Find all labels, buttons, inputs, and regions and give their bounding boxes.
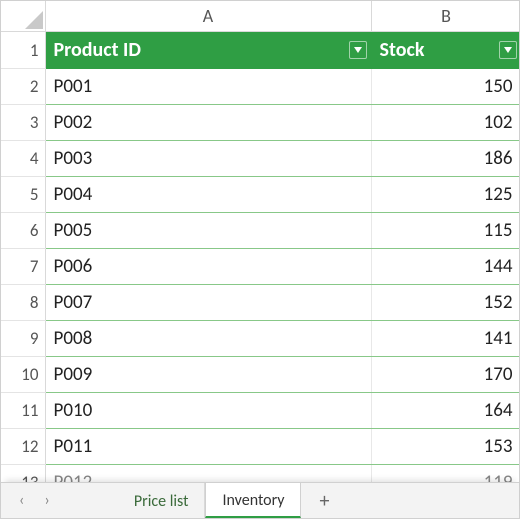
table-row: 2 P001 150 xyxy=(1,69,519,105)
table-row: 10 P009 170 xyxy=(1,357,519,393)
tab-nav-prev[interactable]: ‹ xyxy=(19,491,24,510)
row-header-1[interactable]: 1 xyxy=(1,32,45,69)
table-row: 12 P011 153 xyxy=(1,429,519,465)
row-header-8[interactable]: 8 xyxy=(1,285,45,321)
cell-A11[interactable]: P010 xyxy=(45,393,371,429)
cell-A7[interactable]: P006 xyxy=(45,249,371,285)
cell-A2[interactable]: P001 xyxy=(45,69,371,105)
table-row: 3 P002 102 xyxy=(1,105,519,141)
cell-A4[interactable]: P003 xyxy=(45,141,371,177)
select-all-corner[interactable] xyxy=(1,1,45,32)
table-row: 8 P007 152 xyxy=(1,285,519,321)
table-header-stock[interactable]: Stock xyxy=(371,32,519,69)
sheet-tab-price-list[interactable]: Price list xyxy=(118,483,206,518)
sheet-tab-inventory[interactable]: Inventory xyxy=(205,482,301,518)
add-sheet-button[interactable]: + xyxy=(301,483,347,518)
sheet-tab-strip: ‹ › Price list Inventory + xyxy=(1,482,519,518)
cell-B8[interactable]: 152 xyxy=(371,285,519,321)
cell-B2[interactable]: 150 xyxy=(371,69,519,105)
row-header-4[interactable]: 4 xyxy=(1,141,45,177)
table-header-product-id[interactable]: Product ID xyxy=(45,32,371,69)
table-row: 7 P006 144 xyxy=(1,249,519,285)
cell-A9[interactable]: P008 xyxy=(45,321,371,357)
table-row: 4 P003 186 xyxy=(1,141,519,177)
cell-B6[interactable]: 115 xyxy=(371,213,519,249)
row-header-2[interactable]: 2 xyxy=(1,69,45,105)
cell-A3[interactable]: P002 xyxy=(45,105,371,141)
cell-B10[interactable]: 170 xyxy=(371,357,519,393)
cell-B11[interactable]: 164 xyxy=(371,393,519,429)
column-header-A[interactable]: A xyxy=(45,1,371,32)
cell-B5[interactable]: 125 xyxy=(371,177,519,213)
cell-B9[interactable]: 141 xyxy=(371,321,519,357)
chevron-down-icon xyxy=(354,47,362,53)
cell-A8[interactable]: P007 xyxy=(45,285,371,321)
chevron-down-icon xyxy=(504,47,512,53)
tab-nav-next[interactable]: › xyxy=(44,491,49,510)
row-header-6[interactable]: 6 xyxy=(1,213,45,249)
cell-A10[interactable]: P009 xyxy=(45,357,371,393)
cell-B4[interactable]: 186 xyxy=(371,141,519,177)
cell-B7[interactable]: 144 xyxy=(371,249,519,285)
row-header-7[interactable]: 7 xyxy=(1,249,45,285)
table-row: 11 P010 164 xyxy=(1,393,519,429)
row-header-12[interactable]: 12 xyxy=(1,429,45,465)
filter-button-product-id[interactable] xyxy=(349,41,367,59)
column-header-B[interactable]: B xyxy=(371,1,519,32)
table-row: 6 P005 115 xyxy=(1,213,519,249)
cell-A6[interactable]: P005 xyxy=(45,213,371,249)
row-header-3[interactable]: 3 xyxy=(1,105,45,141)
table-header-label: Stock xyxy=(380,38,425,62)
cell-A12[interactable]: P011 xyxy=(45,429,371,465)
table-row: 9 P008 141 xyxy=(1,321,519,357)
row-header-10[interactable]: 10 xyxy=(1,357,45,393)
table-row: 5 P004 125 xyxy=(1,177,519,213)
spreadsheet-grid[interactable]: A B 1 Product ID Stock 2 P001 150 3 P002… xyxy=(1,1,519,484)
filter-button-stock[interactable] xyxy=(499,41,517,59)
cell-A5[interactable]: P004 xyxy=(45,177,371,213)
row-header-5[interactable]: 5 xyxy=(1,177,45,213)
cell-B12[interactable]: 153 xyxy=(371,429,519,465)
table-header-label: Product ID xyxy=(54,38,142,62)
row-header-11[interactable]: 11 xyxy=(1,393,45,429)
cell-B3[interactable]: 102 xyxy=(371,105,519,141)
row-header-9[interactable]: 9 xyxy=(1,321,45,357)
